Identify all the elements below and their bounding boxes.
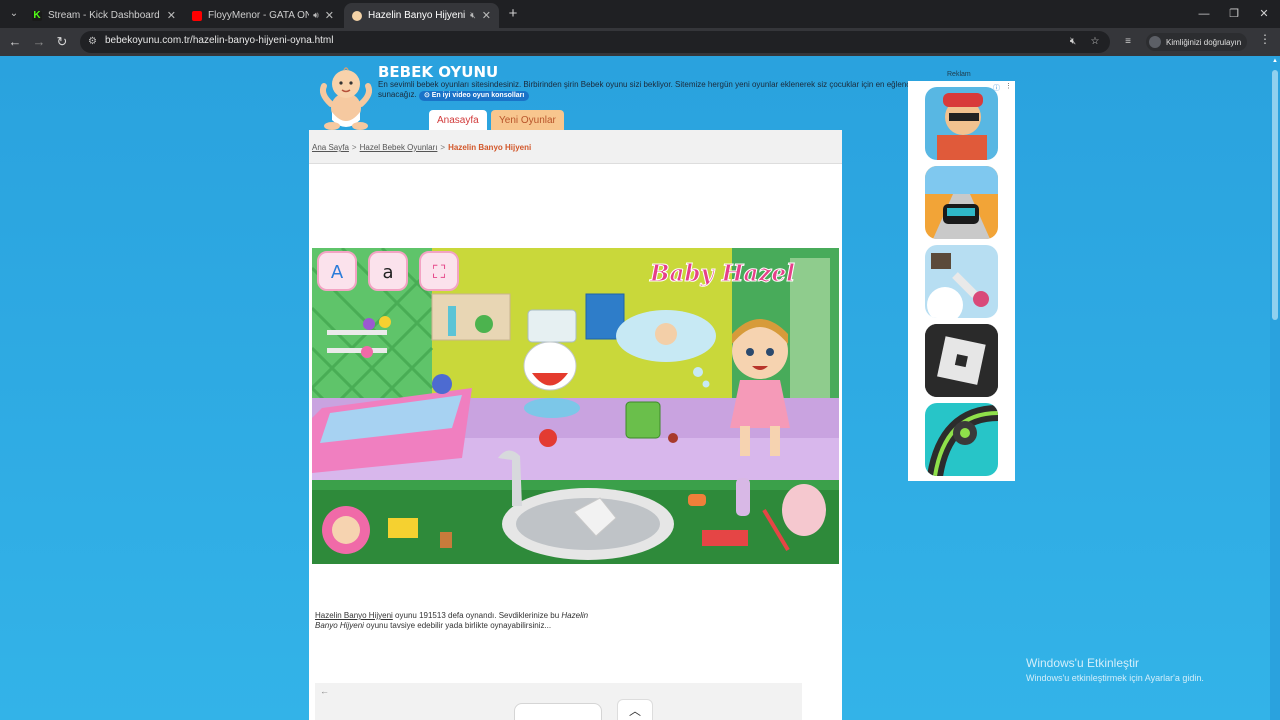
- nav-tab-home[interactable]: Anasayfa: [429, 110, 487, 130]
- tab-kick-dashboard[interactable]: K Stream - Kick Dashboard ✕: [24, 3, 184, 28]
- baby-face-icon: [352, 10, 362, 21]
- activation-text: Windows'u etkinleştirmek için Ayarlar'a …: [1026, 673, 1204, 683]
- page-scrollbar[interactable]: ▲: [1270, 56, 1280, 720]
- breadcrumb: Ana Sayfa > Hazel Bebek Oyunları > Hazelin B…: [309, 130, 842, 164]
- browser-toolbar: ← → ↻ ⚙ bebekoyunu.com.tr/hazelin-banyo-…: [0, 28, 1280, 56]
- new-tab-button[interactable]: +: [504, 5, 522, 23]
- tube-ball-app-icon[interactable]: [925, 403, 998, 476]
- svg-text:⛶: ⛶: [433, 262, 446, 283]
- console-ad-link[interactable]: ⊙ En iyi video oyun konsolları: [418, 91, 530, 101]
- scroll-up-icon[interactable]: ▲: [1272, 58, 1278, 64]
- game-canvas[interactable]: A a ⛶ Baby Hazel: [312, 248, 839, 564]
- shelf: [327, 330, 387, 335]
- ad-label: Reklam: [947, 71, 971, 78]
- close-window-button[interactable]: ✕: [1252, 4, 1276, 24]
- nav-tab-new-games[interactable]: Yeni Oyunlar: [491, 110, 564, 130]
- close-tab-icon[interactable]: ✕: [167, 9, 176, 22]
- breadcrumb-current: Hazelin Banyo Hijyeni: [448, 143, 532, 152]
- muted-speaker-icon[interactable]: 🔇︎: [470, 10, 476, 21]
- speaker-icon[interactable]: 🔊︎: [313, 10, 319, 21]
- main-content: Ana Sayfa > Hazel Bebek Oyunları > Hazelin B…: [309, 130, 842, 720]
- address-bar[interactable]: ⚙ bebekoyunu.com.tr/hazelin-banyo-hijyen…: [80, 31, 1110, 53]
- tab-search-button[interactable]: ⌄: [4, 4, 24, 24]
- breadcrumb-home-link[interactable]: Ana Sayfa: [312, 143, 349, 152]
- minimize-button[interactable]: —: [1192, 4, 1216, 24]
- restore-button[interactable]: ❐: [1222, 4, 1246, 24]
- game-link[interactable]: Hazelin Banyo Hijyeni: [315, 611, 393, 620]
- breadcrumb-separator: >: [440, 143, 446, 152]
- close-tab-icon[interactable]: ✕: [325, 9, 334, 22]
- breadcrumb-category-link[interactable]: Hazel Bebek Oyunları: [360, 143, 438, 152]
- page-viewport: BEBEK OYUNU En sevimli bebek oyunları si…: [0, 56, 1280, 720]
- play-count-text: oyunu 191513 defa oynandı. Sevdikleriniz…: [392, 611, 562, 620]
- activation-title: Windows'u Etkinleştir: [1026, 656, 1139, 670]
- tab-title: Hazelin Banyo Hijyeni: [368, 10, 466, 21]
- youtube-logo-icon: [192, 10, 202, 21]
- carousel-button[interactable]: [514, 703, 602, 720]
- subway-surfers-app-icon[interactable]: [925, 87, 998, 160]
- arrow-left-icon[interactable]: ←: [320, 686, 329, 696]
- avatar: [1149, 36, 1161, 48]
- back-button[interactable]: ←: [5, 32, 25, 52]
- tab-hazelin-banyo[interactable]: Hazelin Banyo Hijyeni 🔇︎ ✕: [344, 3, 499, 28]
- windows-activation-watermark: Windows'u Etkinleştir Windows'u etkinleş…: [1026, 656, 1204, 683]
- racing-car-app-icon[interactable]: [925, 166, 998, 239]
- tab-title: Stream - Kick Dashboard: [48, 10, 160, 21]
- kick-logo-icon: K: [32, 9, 42, 21]
- reload-button[interactable]: ↻: [52, 32, 72, 52]
- bookmark-star-icon[interactable]: ☆: [1087, 34, 1103, 50]
- forward-button[interactable]: →: [29, 32, 49, 52]
- chevron-up-icon[interactable]: ︿: [617, 699, 653, 720]
- svg-text:A: A: [331, 262, 344, 283]
- profile-button[interactable]: Kimliğinizi doğrulayın: [1146, 33, 1248, 51]
- site-title[interactable]: BEBEK OYUNU: [378, 63, 498, 81]
- media-controls-icon[interactable]: ≡: [1120, 34, 1136, 50]
- svg-text:a: a: [382, 262, 393, 283]
- browser-menu-icon[interactable]: ⋮: [1258, 32, 1272, 46]
- url-text[interactable]: bebekoyunu.com.tr/hazelin-banyo-hijyeni-…: [105, 35, 333, 46]
- breadcrumb-separator: >: [351, 143, 357, 152]
- scrollbar-thumb[interactable]: [1272, 70, 1278, 320]
- play-info-text: Hazelin Banyo Hijyeni oyunu 191513 defa …: [315, 611, 605, 631]
- close-tab-icon[interactable]: ✕: [482, 9, 491, 22]
- roblox-app-icon[interactable]: [925, 324, 998, 397]
- profile-label: Kimliğinizi doğrulayın: [1166, 37, 1242, 47]
- baby-mascot-logo: [319, 67, 373, 130]
- muted-tab-icon[interactable]: 🔇︎: [1065, 34, 1081, 50]
- ragdoll-app-icon[interactable]: [925, 245, 998, 318]
- ad-options-icon[interactable]: ⋮: [1005, 82, 1012, 90]
- recommend-text: oyunu tavsiye edebilir yada birlikte oyn…: [363, 621, 552, 630]
- baby-hazel-logo: Baby Hazel: [649, 260, 795, 287]
- tab-youtube[interactable]: FloyyMenor - GATA ONLY (Of 🔊︎ ✕: [184, 3, 342, 28]
- tab-title: FloyyMenor - GATA ONLY (Of: [208, 10, 310, 21]
- site-tagline: En sevimli bebek oyunları sitesindesiniz…: [378, 80, 968, 101]
- site-settings-icon[interactable]: ⚙: [88, 36, 97, 47]
- tab-strip: ⌄ K Stream - Kick Dashboard ✕ FloyyMenor…: [0, 0, 1280, 28]
